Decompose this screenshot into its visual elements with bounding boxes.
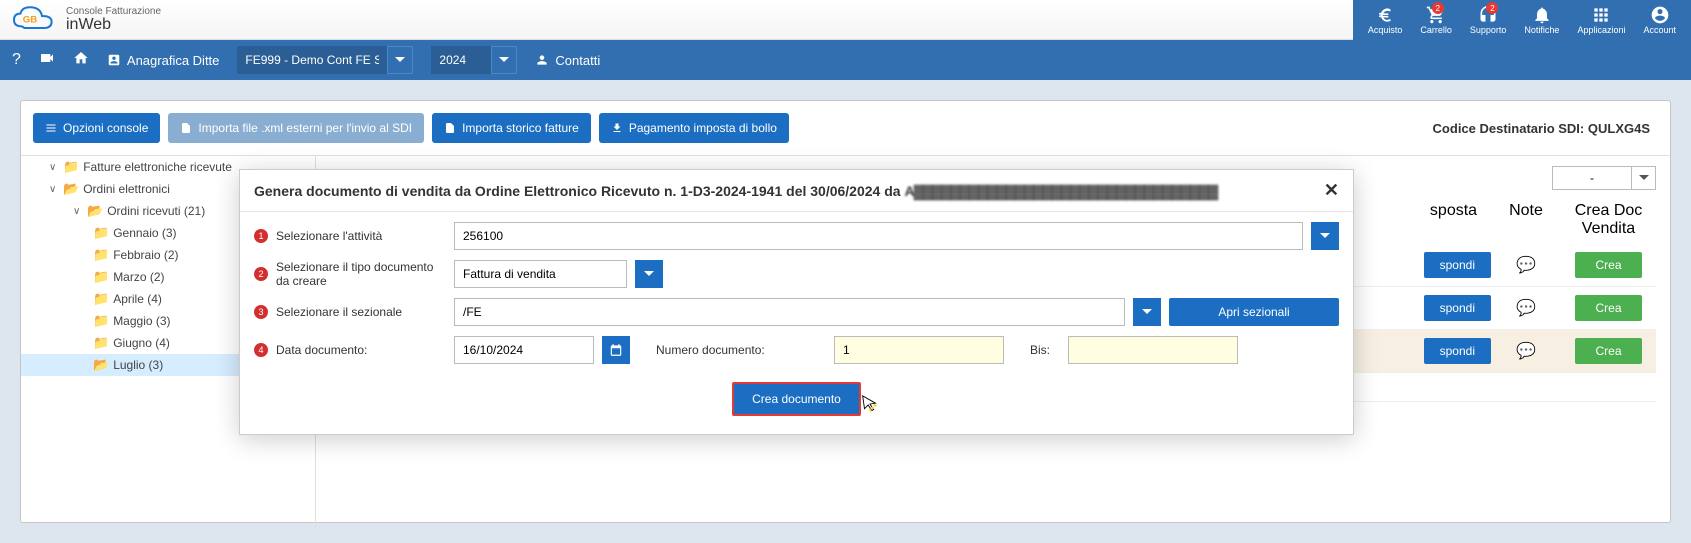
step-badge-2: 2 xyxy=(254,267,268,281)
tipo-documento-input[interactable] xyxy=(454,260,627,288)
step-badge-3: 3 xyxy=(254,305,268,319)
download-icon xyxy=(611,122,623,134)
rispondi-button[interactable]: spondi xyxy=(1424,252,1491,278)
applicazioni-button[interactable]: Applicazioni xyxy=(1577,5,1625,35)
anagrafica-link[interactable]: Anagrafica Ditte xyxy=(107,53,220,68)
attivita-input[interactable] xyxy=(454,222,1303,250)
video-icon[interactable] xyxy=(39,50,55,71)
year-dropdown-caret[interactable] xyxy=(491,46,517,74)
step1-label: Selezionare l'attività xyxy=(276,229,446,243)
crea-button[interactable]: Crea xyxy=(1575,295,1641,321)
crea-documento-button[interactable]: Crea documento xyxy=(732,382,861,416)
help-icon[interactable]: ? xyxy=(12,51,21,69)
carrello-button[interactable]: 2 Carrello xyxy=(1420,5,1452,35)
bis-label: Bis: xyxy=(1030,343,1060,357)
step4-label: Data documento: xyxy=(276,343,446,357)
contatti-link[interactable]: Contatti xyxy=(535,53,600,68)
rispondi-button[interactable]: spondi xyxy=(1424,295,1491,321)
data-documento-input[interactable] xyxy=(454,336,594,364)
cart-badge: 2 xyxy=(1432,2,1444,14)
calendar-icon[interactable] xyxy=(602,336,630,364)
th-sposta: sposta xyxy=(1416,196,1491,244)
sezionale-caret[interactable] xyxy=(1133,298,1161,326)
modal-title: Genera documento di vendita da Ordine El… xyxy=(254,183,1324,199)
bis-input[interactable] xyxy=(1068,336,1238,364)
opzioni-console-button[interactable]: Opzioni console xyxy=(33,113,160,143)
filter-caret[interactable] xyxy=(1632,166,1656,190)
bell-icon xyxy=(1532,5,1552,25)
numdoc-label: Numero documento: xyxy=(656,343,826,357)
step-badge-1: 1 xyxy=(254,229,268,243)
file-icon xyxy=(180,122,192,134)
th-note: Note xyxy=(1491,196,1561,244)
supporto-button[interactable]: 2 Supporto xyxy=(1470,5,1507,35)
cursor-click-icon xyxy=(859,394,881,416)
step2-label: Selezionare il tipo documento da creare xyxy=(276,260,446,288)
genera-documento-modal: Genera documento di vendita da Ordine El… xyxy=(239,169,1354,435)
note-icon[interactable]: 💬 xyxy=(1516,257,1536,274)
apri-sezionali-button[interactable]: Apri sezionali xyxy=(1169,298,1339,326)
crea-button[interactable]: Crea xyxy=(1575,338,1641,364)
company-dropdown-caret[interactable] xyxy=(387,46,413,74)
step3-label: Selezionare il sezionale xyxy=(276,305,446,319)
cloud-logo-icon: GB xyxy=(10,4,58,36)
crea-button[interactable]: Crea xyxy=(1575,252,1641,278)
th-crea-doc: Crea Doc Vendita xyxy=(1561,196,1656,244)
toolbar: Opzioni console Importa file .xml estern… xyxy=(21,101,1670,156)
notifiche-button[interactable]: Notifiche xyxy=(1524,5,1559,35)
close-icon[interactable]: ✕ xyxy=(1324,180,1339,201)
svg-text:GB: GB xyxy=(23,14,37,25)
file-icon xyxy=(444,122,456,134)
brand-title: inWeb xyxy=(66,17,161,33)
step-badge-4: 4 xyxy=(254,343,268,357)
acquisto-button[interactable]: Acquisto xyxy=(1368,5,1403,35)
navbar: ? Anagrafica Ditte Contatti xyxy=(0,40,1691,80)
logo[interactable]: GB Console Fatturazione inWeb xyxy=(10,4,161,36)
importa-xml-button[interactable]: Importa file .xml esterni per l'invio al… xyxy=(168,113,424,143)
numdoc-input[interactable] xyxy=(834,336,1004,364)
list-icon xyxy=(45,122,57,134)
filter-select[interactable] xyxy=(1552,166,1632,190)
topbar-actions: Acquisto 2 Carrello 2 Supporto Notifiche… xyxy=(1353,0,1691,40)
note-icon[interactable]: 💬 xyxy=(1516,343,1536,360)
company-select[interactable] xyxy=(237,46,387,74)
home-icon[interactable] xyxy=(73,50,89,71)
apps-icon xyxy=(1591,5,1611,25)
account-button[interactable]: Account xyxy=(1643,5,1676,35)
importa-storico-button[interactable]: Importa storico fatture xyxy=(432,113,591,143)
tipo-documento-caret[interactable] xyxy=(635,260,663,288)
sezionale-input[interactable] xyxy=(454,298,1125,326)
pagamento-bollo-button[interactable]: Pagamento imposta di bollo xyxy=(599,113,789,143)
codice-destinatario: Codice Destinatario SDI: QULXG4S xyxy=(1433,121,1658,136)
note-icon[interactable]: 💬 xyxy=(1516,300,1536,317)
brand-subtitle: Console Fatturazione xyxy=(66,7,161,17)
attivita-caret[interactable] xyxy=(1311,222,1339,250)
rispondi-button[interactable]: spondi xyxy=(1424,338,1491,364)
euro-icon xyxy=(1375,5,1395,25)
user-icon xyxy=(1650,5,1670,25)
year-select[interactable] xyxy=(431,46,491,74)
